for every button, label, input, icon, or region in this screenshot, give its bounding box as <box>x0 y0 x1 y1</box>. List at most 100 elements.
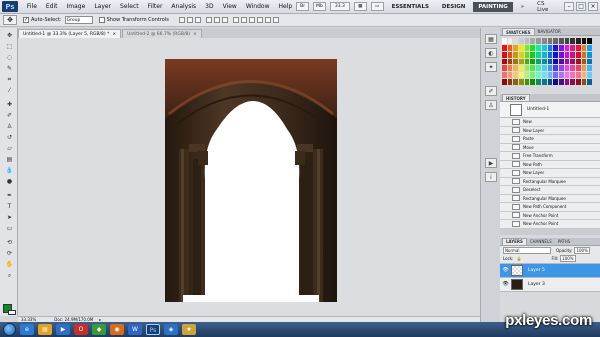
swatch-chip[interactable] <box>575 51 581 58</box>
opacity-input[interactable]: 100% <box>574 246 590 254</box>
align-top-icon[interactable] <box>178 17 185 23</box>
workspace-painting[interactable]: PAINTING <box>473 1 513 12</box>
hand-tool-icon[interactable]: ✋ <box>5 261 14 268</box>
swatch-chip[interactable] <box>587 44 592 51</box>
swatch-chip[interactable] <box>541 58 547 65</box>
menu-select[interactable]: Select <box>120 3 139 10</box>
swatch-chip[interactable] <box>547 72 553 79</box>
swatch-chip[interactable] <box>530 72 536 79</box>
media-taskbar-icon[interactable]: ▶ <box>56 324 70 335</box>
swatch-chip[interactable] <box>513 72 519 79</box>
pen-tool-icon[interactable]: ✒ <box>5 192 14 199</box>
swatch-chip[interactable] <box>507 51 513 58</box>
history-item[interactable]: New Layer <box>500 126 600 135</box>
tab-paths[interactable]: PATHS <box>555 238 574 245</box>
menu-3d[interactable]: 3D <box>205 3 213 10</box>
history-item[interactable]: Rectangular Marquee <box>500 194 600 203</box>
tab-untitled-2[interactable]: Untitled-2 @ 66.7% (RGB/8) × <box>122 29 202 38</box>
swatch-chip[interactable] <box>541 65 547 72</box>
swatch-chip[interactable] <box>530 65 536 72</box>
swatch-chip[interactable] <box>587 51 592 58</box>
swatch-chip[interactable] <box>530 38 536 44</box>
swatch-chip[interactable] <box>558 72 564 79</box>
align-bottom-icon[interactable] <box>194 17 201 23</box>
swatch-chip[interactable] <box>581 44 587 51</box>
swatch-chip[interactable] <box>564 72 570 79</box>
brush-tool-icon[interactable]: ✐ <box>5 112 14 119</box>
zoom-tool-icon[interactable]: ⌕ <box>5 272 14 279</box>
workspace-design[interactable]: DESIGN <box>437 2 470 12</box>
app3-taskbar-icon[interactable]: ★ <box>182 324 196 335</box>
tab-history[interactable]: HISTORY <box>502 94 530 101</box>
swatch-chip[interactable] <box>570 65 575 72</box>
tab-layers[interactable]: LAYERS <box>502 237 527 245</box>
swatch-chip[interactable] <box>558 65 564 72</box>
swatch-chip[interactable] <box>553 51 558 58</box>
menu-image[interactable]: Image <box>67 3 86 10</box>
swatch-chip[interactable] <box>575 79 581 85</box>
swatch-chip[interactable] <box>564 58 570 65</box>
swatch-chip[interactable] <box>575 72 581 79</box>
align-left-icon[interactable] <box>205 17 212 23</box>
brush-panel-icon[interactable]: ✐ <box>485 86 497 96</box>
swatch-chip[interactable] <box>553 58 558 65</box>
swatch-chip[interactable] <box>513 58 519 65</box>
swatch-chip[interactable] <box>564 65 570 72</box>
screen-mode-icon[interactable]: ▭ <box>370 2 384 11</box>
swatch-chip[interactable] <box>524 72 530 79</box>
distribute-center-icon[interactable] <box>264 17 271 23</box>
swatch-chip[interactable] <box>547 44 553 51</box>
dodge-tool-icon[interactable]: ● <box>5 178 14 185</box>
marquee-tool-icon[interactable]: ⬚ <box>5 43 14 50</box>
menu-layer[interactable]: Layer <box>94 3 111 10</box>
color-panel-icon[interactable]: ▦ <box>485 34 497 44</box>
history-item[interactable]: New Path <box>500 160 600 169</box>
swatch-chip[interactable] <box>541 38 547 44</box>
swatch-chip[interactable] <box>524 38 530 44</box>
swatch-chip[interactable] <box>502 79 507 85</box>
swatch-chip[interactable] <box>570 72 575 79</box>
swatch-chip[interactable] <box>507 38 513 44</box>
swatch-chip[interactable] <box>575 44 581 51</box>
clone-source-panel-icon[interactable]: ♙ <box>485 100 497 110</box>
type-tool-icon[interactable]: T <box>5 203 14 210</box>
swatch-chip[interactable] <box>564 44 570 51</box>
fill-input[interactable]: 100% <box>560 255 576 262</box>
swatch-chip[interactable] <box>530 44 536 51</box>
swatch-chip[interactable] <box>587 38 592 44</box>
tab-navigator[interactable]: NAVIGATOR <box>535 28 564 35</box>
app2-taskbar-icon[interactable]: ◈ <box>164 324 178 335</box>
history-brush-tool-icon[interactable]: ↺ <box>5 134 14 141</box>
swatch-chip[interactable] <box>530 51 536 58</box>
document-canvas[interactable] <box>165 59 337 302</box>
swatch-chip[interactable] <box>507 72 513 79</box>
distribute-bottom-icon[interactable] <box>248 17 255 23</box>
menu-file[interactable]: File <box>27 3 37 10</box>
swatch-chip[interactable] <box>519 38 524 44</box>
app-taskbar-icon[interactable]: ◆ <box>92 324 106 335</box>
3d-rotate-tool-icon[interactable]: ⟲ <box>5 239 14 246</box>
swatch-chip[interactable] <box>581 65 587 72</box>
swatch-chip[interactable] <box>564 51 570 58</box>
swatch-chip[interactable] <box>541 51 547 58</box>
swatch-chip[interactable] <box>587 79 592 85</box>
swatch-chip[interactable] <box>519 58 524 65</box>
swatch-chip[interactable] <box>524 51 530 58</box>
swatch-chip[interactable] <box>558 44 564 51</box>
swatch-chip[interactable] <box>507 79 513 85</box>
history-item[interactable]: New Anchor Point <box>500 220 600 229</box>
swatch-chip[interactable] <box>587 72 592 79</box>
healing-brush-tool-icon[interactable]: ✚ <box>5 101 14 108</box>
shape-tool-icon[interactable]: ▭ <box>5 225 14 232</box>
quick-select-tool-icon[interactable]: ✎ <box>5 65 14 72</box>
swatch-chip[interactable] <box>558 38 564 44</box>
blur-tool-icon[interactable]: 💧 <box>5 167 14 174</box>
history-item[interactable]: New Layer <box>500 169 600 178</box>
swatch-chip[interactable] <box>570 38 575 44</box>
styles-panel-icon[interactable]: ✦ <box>485 62 497 72</box>
layer-row-layer-5[interactable]: 👁 Layer 5 <box>500 263 600 278</box>
swatch-chip[interactable] <box>570 58 575 65</box>
swatch-chip[interactable] <box>536 51 541 58</box>
swatch-chip[interactable] <box>536 38 541 44</box>
swatch-chip[interactable] <box>519 51 524 58</box>
